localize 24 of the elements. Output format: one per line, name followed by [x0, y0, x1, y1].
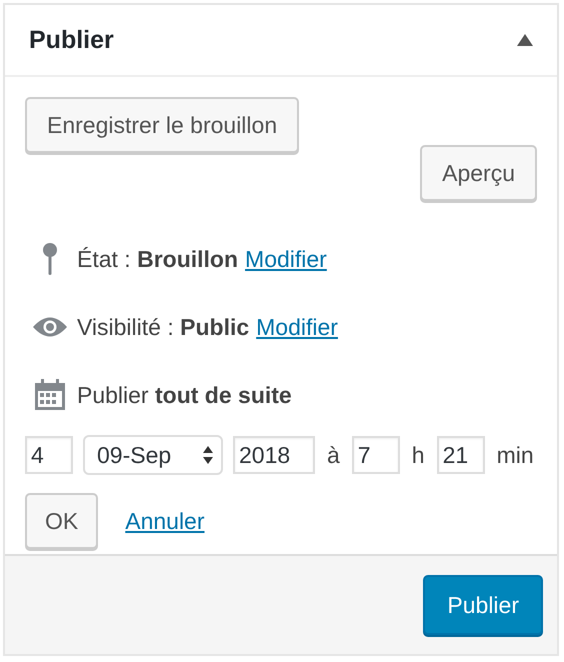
preview-button[interactable]: Aperçu — [420, 145, 537, 201]
publish-button[interactable]: Publier — [423, 575, 543, 635]
eye-icon — [32, 316, 68, 338]
month-select[interactable]: 09-Sep — [83, 435, 223, 475]
misc-label: Visibilité : Public — [77, 314, 250, 340]
cancel-link[interactable]: Annuler — [125, 508, 205, 534]
save-draft-button[interactable]: Enregistrer le brouillon — [25, 97, 300, 153]
hour-label: h — [412, 442, 425, 468]
up-down-arrows-icon — [203, 446, 213, 464]
misc-label: État : Brouillon — [77, 246, 238, 272]
panel-title: Publier — [29, 26, 114, 54]
minute-field[interactable]: 21 — [436, 436, 485, 474]
collapse-arrow-icon[interactable] — [517, 34, 533, 46]
pin-icon — [42, 242, 58, 276]
edit-link[interactable]: Modifier — [245, 246, 327, 272]
calendar-icon — [34, 379, 66, 411]
minute-label: min — [496, 442, 534, 468]
hour-field[interactable]: 7 — [352, 436, 400, 474]
year-field[interactable]: 2018 — [233, 436, 315, 474]
edit-link[interactable]: Modifier — [256, 314, 338, 340]
day-field[interactable]: 4 — [25, 436, 73, 474]
at-label: à — [327, 442, 340, 468]
ok-button[interactable]: OK — [25, 493, 98, 549]
misc-label: Publier tout de suite — [77, 382, 292, 408]
